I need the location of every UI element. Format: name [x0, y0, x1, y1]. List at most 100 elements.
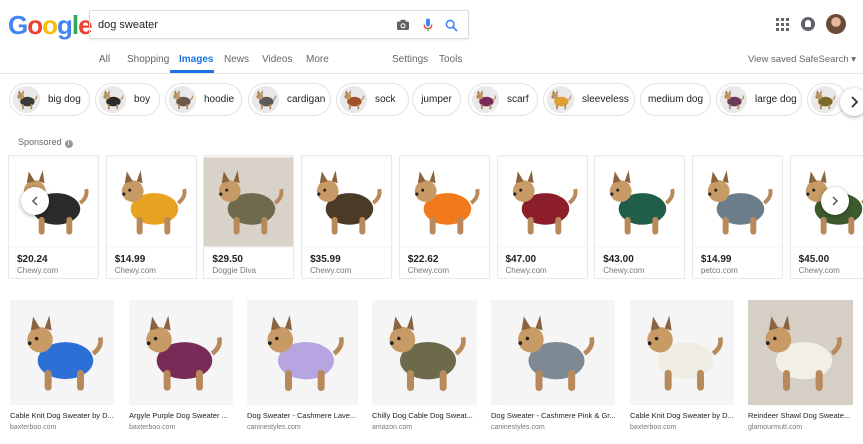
tab-videos[interactable]: Videos	[262, 54, 292, 65]
view-saved-link[interactable]: View saved	[748, 54, 796, 65]
product-card[interactable]: $29.50 Doggie Diva	[203, 155, 295, 279]
chip-hoodie[interactable]: hoodie	[165, 83, 242, 116]
product-price: $14.99	[114, 254, 146, 265]
result-title[interactable]: Dog Sweater - Cashmere Pink & Gr...	[491, 411, 615, 420]
product-card[interactable]: $14.99 Chewy.com	[105, 155, 197, 279]
logo-letter: G	[8, 10, 28, 40]
result-thumbnail[interactable]	[491, 300, 615, 405]
active-tab-indicator	[170, 70, 214, 73]
chips-next-button[interactable]	[840, 88, 863, 116]
chip-thumbnail	[547, 86, 574, 113]
result-title[interactable]: Cable Knit Dog Sweater by D...	[10, 411, 114, 420]
chip-label: scarf	[507, 94, 529, 105]
tab-shopping[interactable]: Shopping	[127, 54, 169, 65]
info-icon[interactable]: i	[64, 140, 73, 148]
product-card[interactable]: $22.62 Chewy.com	[398, 155, 490, 279]
safesearch-toggle[interactable]: SafeSearch ▾	[799, 54, 856, 65]
image-result[interactable]: Reindeer Shawl Dog Sweate... glamourmutt.…	[748, 300, 853, 444]
result-title[interactable]: Chilly Dog Cable Dog Sweat...	[372, 411, 477, 420]
carousel-prev-button[interactable]	[21, 187, 49, 215]
result-source[interactable]: amazon.com	[372, 424, 412, 431]
header: Google All Shopping Images News Videos M…	[0, 0, 863, 74]
product-card[interactable]: $43.00 Chewy.com	[594, 155, 686, 279]
tab-images[interactable]: Images	[179, 54, 213, 65]
product-image[interactable]	[204, 156, 294, 248]
image-result[interactable]: Dog Sweater - Cashmere Pink & Gr... canin…	[491, 300, 615, 444]
product-image[interactable]	[106, 156, 196, 248]
tab-news[interactable]: News	[224, 54, 249, 65]
microphone-icon[interactable]	[420, 17, 436, 33]
notifications-icon[interactable]	[801, 17, 815, 31]
result-thumbnail[interactable]	[372, 300, 477, 405]
image-result[interactable]: Argyle Purple Dog Sweater ... baxterboo.c…	[129, 300, 233, 444]
apps-grid-icon[interactable]	[776, 18, 789, 31]
chip-thumbnail	[252, 86, 279, 113]
chip-medium-dog[interactable]: medium dog	[640, 83, 711, 116]
result-source[interactable]: baxterboo.com	[10, 424, 56, 431]
result-title[interactable]: Reindeer Shawl Dog Sweate...	[748, 411, 853, 420]
product-card[interactable]: $20.24 Chewy.com	[8, 155, 99, 279]
tools-link[interactable]: Tools	[439, 54, 462, 65]
product-store: Chewy.com	[603, 266, 645, 275]
result-thumbnail[interactable]	[10, 300, 114, 405]
sponsored-text: Sponsored	[18, 137, 62, 147]
product-card[interactable]: $35.99 Chewy.com	[301, 155, 393, 279]
result-source[interactable]: glamourmutt.com	[748, 424, 802, 431]
result-title[interactable]: Dog Sweater - Cashmere Lave...	[247, 411, 358, 420]
chip-thumbnail	[720, 86, 747, 113]
image-result[interactable]: Cable Knit Dog Sweater by D... baxterboo.…	[10, 300, 114, 444]
chip-thumbnail	[13, 86, 40, 113]
chip-cardigan[interactable]: cardigan	[248, 83, 331, 116]
result-source[interactable]: caninestyles.com	[247, 424, 301, 431]
result-source[interactable]: baxterboo.com	[630, 424, 676, 431]
chip-label: sock	[375, 94, 396, 105]
product-image[interactable]	[399, 156, 489, 248]
chevron-right-icon	[851, 96, 859, 108]
product-price: $45.00	[798, 254, 830, 265]
google-logo[interactable]: Google	[8, 10, 93, 41]
result-thumbnail[interactable]	[129, 300, 233, 405]
product-image[interactable]	[692, 156, 782, 248]
product-card[interactable]: $14.99 petco.com	[691, 155, 783, 279]
product-price: $14.99	[700, 254, 732, 265]
chip-thumbnail	[340, 86, 367, 113]
chip-boy[interactable]: boy	[95, 83, 160, 116]
result-thumbnail[interactable]	[748, 300, 853, 405]
chip-thumbnail	[811, 86, 838, 113]
tab-all[interactable]: All	[99, 54, 110, 65]
search-input[interactable]	[98, 16, 388, 34]
chip-sock[interactable]: sock	[336, 83, 409, 116]
chip-sleeveless[interactable]: sleeveless	[543, 83, 635, 116]
image-result[interactable]: Chilly Dog Cable Dog Sweat... amazon.com	[372, 300, 477, 444]
chip-large-dog[interactable]: large dog	[716, 83, 802, 116]
chip-label: sleeveless	[582, 94, 629, 105]
product-image[interactable]	[595, 156, 685, 248]
image-result[interactable]: Cable Knit Dog Sweater by D... baxterboo.…	[630, 300, 734, 444]
image-result[interactable]: Dog Sweater - Cashmere Lave... caninestyl…	[247, 300, 358, 444]
chip-label: cardigan	[287, 94, 326, 105]
result-thumbnail[interactable]	[247, 300, 358, 405]
avatar[interactable]	[826, 14, 846, 34]
search-icon[interactable]	[443, 17, 459, 33]
product-card[interactable]: $45.00 Chewy.com	[789, 155, 863, 279]
chip-label: boy	[134, 94, 151, 105]
product-card[interactable]: $47.00 Chewy.com	[496, 155, 588, 279]
result-title[interactable]: Argyle Purple Dog Sweater ...	[129, 411, 233, 420]
settings-link[interactable]: Settings	[392, 54, 428, 65]
chip-label: hoodie	[204, 94, 235, 105]
sponsored-label: Sponsored i	[18, 137, 73, 148]
result-source[interactable]: caninestyles.com	[491, 424, 545, 431]
carousel-next-button[interactable]	[821, 187, 849, 215]
result-source[interactable]: baxterboo.com	[129, 424, 175, 431]
camera-icon[interactable]	[395, 17, 411, 33]
search-box[interactable]	[89, 10, 469, 39]
product-image[interactable]	[302, 156, 392, 248]
result-thumbnail[interactable]	[630, 300, 734, 405]
tab-more[interactable]: More	[306, 54, 329, 65]
search-tabs: All Shopping Images News Videos More Set…	[0, 48, 863, 74]
product-image[interactable]	[497, 156, 587, 248]
chip-scarf[interactable]: scarf	[468, 83, 538, 116]
result-title[interactable]: Cable Knit Dog Sweater by D...	[630, 411, 734, 420]
chip-jumper[interactable]: jumper	[412, 83, 461, 116]
chip-big-dog[interactable]: big dog	[9, 83, 90, 116]
